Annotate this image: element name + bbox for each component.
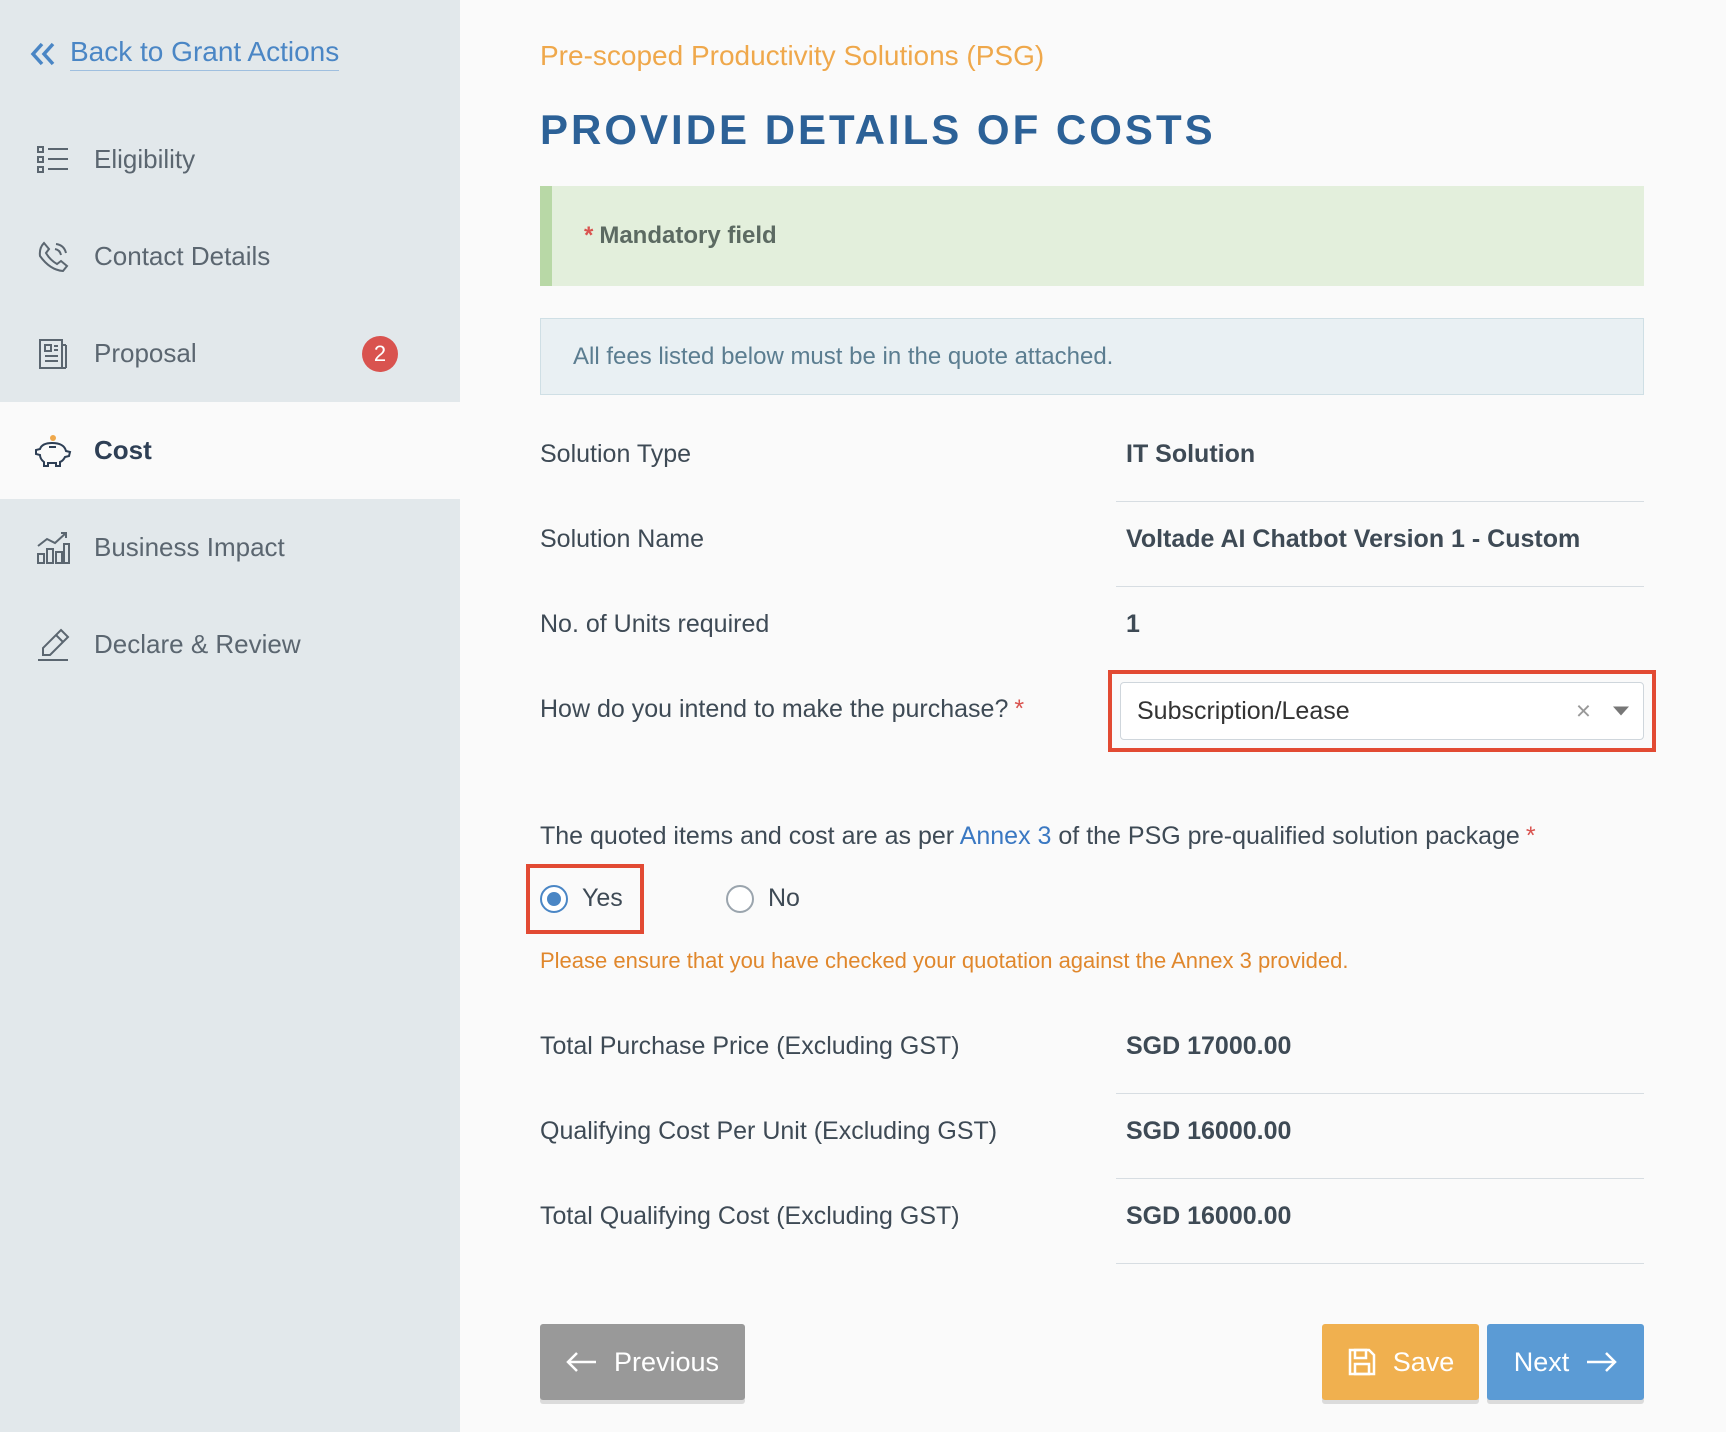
sidebar-item-label: Eligibility [94, 144, 196, 174]
radio-no[interactable]: No [726, 884, 800, 913]
sidebar-item-label: Proposal [94, 338, 197, 368]
selected-value: Subscription/Lease [1137, 696, 1350, 725]
units-label: No. of Units required [540, 610, 770, 638]
solution-type-value: IT Solution [1116, 416, 1644, 502]
annex-warning: Please ensure that you have checked your… [540, 948, 1349, 973]
required-asterisk: * [584, 222, 594, 249]
mandatory-text: Mandatory field [599, 222, 777, 249]
radio-yes[interactable]: Yes [540, 884, 623, 913]
sidebar: Back to Grant Actions Eligibility Contac… [0, 0, 460, 1432]
piggy-bank-icon [34, 432, 72, 470]
radio-dot [547, 891, 561, 906]
total-qualifying-label: Total Qualifying Cost (Excluding GST) [540, 1202, 960, 1230]
qualifying-unit-row: Qualifying Cost Per Unit (Excluding GST)… [540, 1093, 1644, 1179]
sidebar-item-proposal[interactable]: Proposal 2 [0, 305, 460, 402]
save-button[interactable]: Save [1322, 1324, 1479, 1400]
arrow-left-icon [566, 1352, 596, 1372]
chevron-down-icon[interactable] [1613, 706, 1629, 716]
purchase-method-highlight: Subscription/Lease × [1108, 670, 1656, 752]
save-label: Save [1392, 1346, 1455, 1377]
back-link-label: Back to Grant Actions [70, 36, 340, 71]
double-chevron-left-icon [30, 42, 55, 65]
floppy-disk-icon [1348, 1348, 1375, 1376]
bar-chart-icon [34, 529, 72, 567]
list-icon [34, 141, 72, 179]
required-asterisk: * [1525, 822, 1536, 850]
mandatory-notice: * Mandatory field [540, 186, 1644, 286]
solution-type-row: Solution Type IT Solution [540, 416, 1644, 502]
radio-circle-checked [540, 884, 568, 913]
clear-selection-icon[interactable]: × [1576, 696, 1591, 727]
page-title: PROVIDE DETAILS OF COSTS [540, 106, 1216, 153]
required-asterisk: * [1014, 695, 1025, 723]
solution-type-label: Solution Type [540, 440, 692, 468]
sidebar-item-contact-details[interactable]: Contact Details [0, 208, 460, 305]
sidebar-item-business-impact[interactable]: Business Impact [0, 499, 460, 596]
annex-question-text: The quoted items and cost are as per [540, 822, 960, 850]
total-qualifying-value: SGD 16000.00 [1116, 1178, 1644, 1264]
qualifying-unit-value: SGD 16000.00 [1116, 1093, 1644, 1179]
sidebar-item-declare-review[interactable]: Declare & Review [0, 596, 460, 693]
annex-question-text-end: of the PSG pre-qualified solution packag… [1051, 822, 1520, 850]
next-label: Next [1513, 1346, 1570, 1377]
phone-icon [34, 238, 72, 276]
info-notice: All fees listed below must be in the quo… [540, 318, 1644, 395]
total-purchase-value: SGD 17000.00 [1116, 1008, 1644, 1094]
purchase-method-label-text: How do you intend to make the purchase? [540, 695, 1009, 723]
solution-name-row: Solution Name Voltade AI Chatbot Version… [540, 501, 1644, 587]
total-purchase-label: Total Purchase Price (Excluding GST) [540, 1032, 960, 1060]
sidebar-item-cost[interactable]: Cost [0, 402, 460, 499]
sidebar-item-label: Contact Details [94, 241, 271, 271]
page-subtitle: Pre-scoped Productivity Solutions (PSG) [540, 40, 1045, 71]
solution-name-label: Solution Name [540, 525, 704, 553]
arrow-right-icon [1587, 1352, 1618, 1372]
radio-no-label: No [768, 884, 800, 912]
next-button[interactable]: Next [1487, 1324, 1644, 1400]
sidebar-item-eligibility[interactable]: Eligibility [0, 111, 460, 208]
units-row: No. of Units required 1 [540, 586, 1644, 672]
qualifying-unit-label: Qualifying Cost Per Unit (Excluding GST) [540, 1117, 998, 1145]
radio-circle-unchecked [726, 884, 754, 913]
notification-badge: 2 [362, 335, 398, 372]
sidebar-item-label: Cost [94, 435, 152, 465]
annex-3-link[interactable]: Annex 3 [960, 822, 1052, 850]
back-to-grant-actions-link[interactable]: Back to Grant Actions [30, 36, 340, 71]
solution-name-value: Voltade AI Chatbot Version 1 - Custom [1116, 501, 1644, 587]
sidebar-nav: Eligibility Contact Details Proposal 2 C… [0, 111, 460, 693]
total-purchase-row: Total Purchase Price (Excluding GST) SGD… [540, 1008, 1644, 1094]
sidebar-item-label: Declare & Review [94, 629, 301, 659]
annex-question: The quoted items and cost are as per Ann… [540, 822, 1536, 851]
purchase-method-label: How do you intend to make the purchase? * [540, 695, 1024, 724]
radio-yes-label: Yes [582, 884, 623, 912]
previous-button[interactable]: Previous [540, 1324, 745, 1400]
document-icon [34, 335, 72, 373]
units-value: 1 [1116, 586, 1644, 672]
sidebar-item-label: Business Impact [94, 532, 285, 562]
pen-icon [34, 626, 72, 664]
purchase-method-select[interactable]: Subscription/Lease × [1120, 682, 1644, 740]
total-qualifying-row: Total Qualifying Cost (Excluding GST) SG… [540, 1178, 1644, 1264]
previous-label: Previous [613, 1346, 720, 1377]
